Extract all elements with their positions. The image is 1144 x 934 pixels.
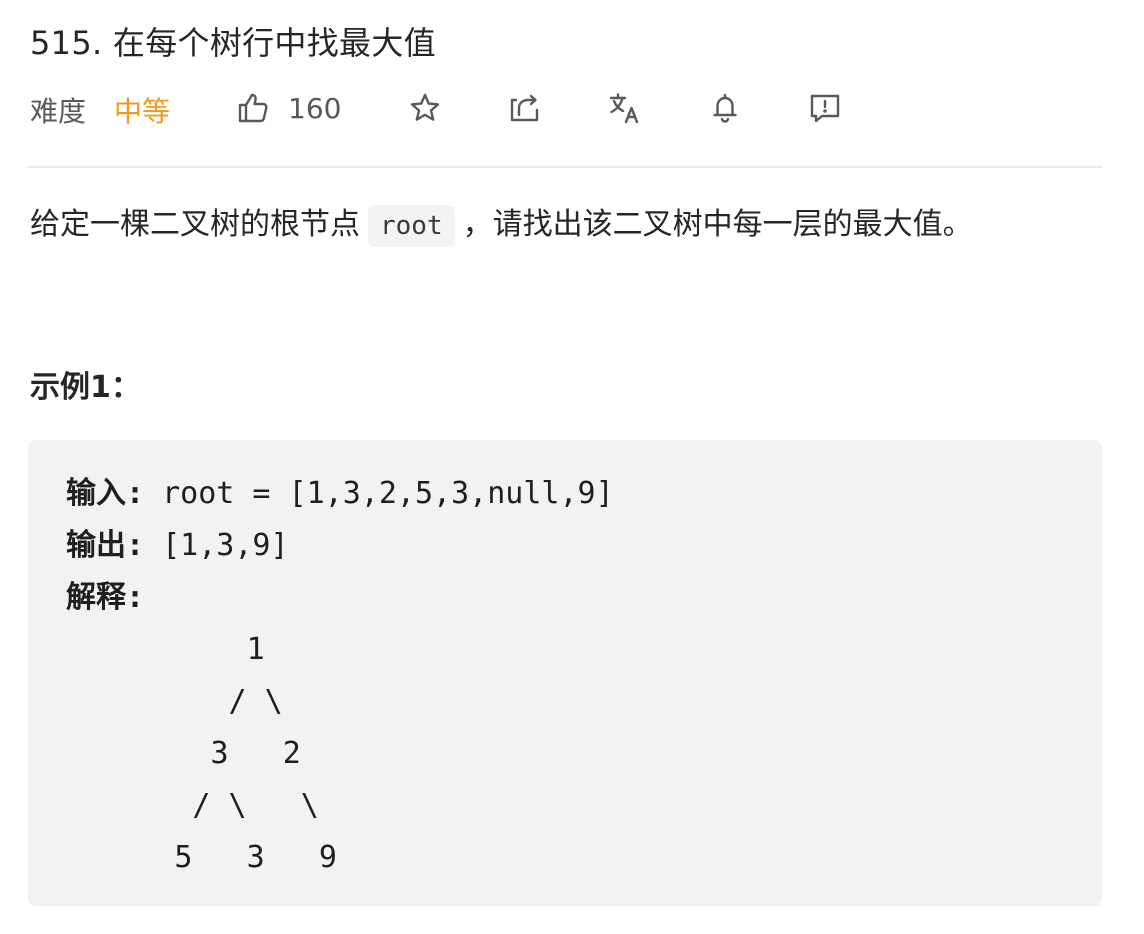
input-value: root = [1,3,2,5,3,null,9] (144, 476, 614, 511)
feedback-icon (808, 91, 842, 125)
explain-label: 解释: (66, 580, 145, 615)
output-label: 输出: (66, 528, 145, 563)
feedback-button[interactable] (808, 88, 842, 128)
difficulty-label: 难度 (30, 95, 87, 128)
thumbs-up-icon (236, 91, 270, 125)
bell-icon (708, 91, 742, 125)
example-code: 输入: root = [1,3,2,5,3,null,9] 输出: [1,3,9… (66, 468, 614, 884)
share-icon (508, 91, 542, 125)
header-divider (28, 166, 1102, 168)
favorite-button[interactable] (408, 88, 442, 128)
description-text-end: ，请找出该二叉树中每一层的最大值。 (462, 207, 973, 242)
problem-meta-row: 难度 中等 160 (30, 82, 1110, 134)
notification-button[interactable] (708, 88, 742, 128)
problem-description: 给定一棵二叉树的根节点 root ，请找出该二叉树中每一层的最大值。 (30, 200, 973, 250)
inline-code-root: root (368, 204, 455, 247)
tree-line: 5 3 9 (66, 840, 337, 875)
tree-line: 3 2 (66, 736, 301, 771)
example-code-block: 输入: root = [1,3,2,5,3,null,9] 输出: [1,3,9… (28, 440, 1102, 906)
like-count: 160 (288, 91, 342, 125)
problem-title: 515. 在每个树行中找最大值 (30, 24, 436, 62)
tree-line: / \ \ (66, 788, 319, 823)
description-text-start: 给定一棵二叉树的根节点 (30, 207, 360, 242)
star-icon (408, 91, 442, 125)
share-button[interactable] (508, 88, 542, 128)
problem-page: 515. 在每个树行中找最大值 难度 中等 160 给定一棵二叉树的根节点 ro… (0, 0, 1144, 934)
example-title: 示例1： (30, 370, 141, 405)
translate-button[interactable] (608, 88, 642, 128)
difficulty-badge: 中等 (114, 95, 171, 128)
like-button[interactable]: 160 (236, 88, 341, 128)
tree-line: / \ (66, 684, 283, 719)
output-value: [1,3,9] (144, 528, 289, 563)
translate-icon (608, 91, 642, 125)
input-label: 输入: (66, 476, 145, 511)
tree-line: 1 (66, 632, 265, 667)
